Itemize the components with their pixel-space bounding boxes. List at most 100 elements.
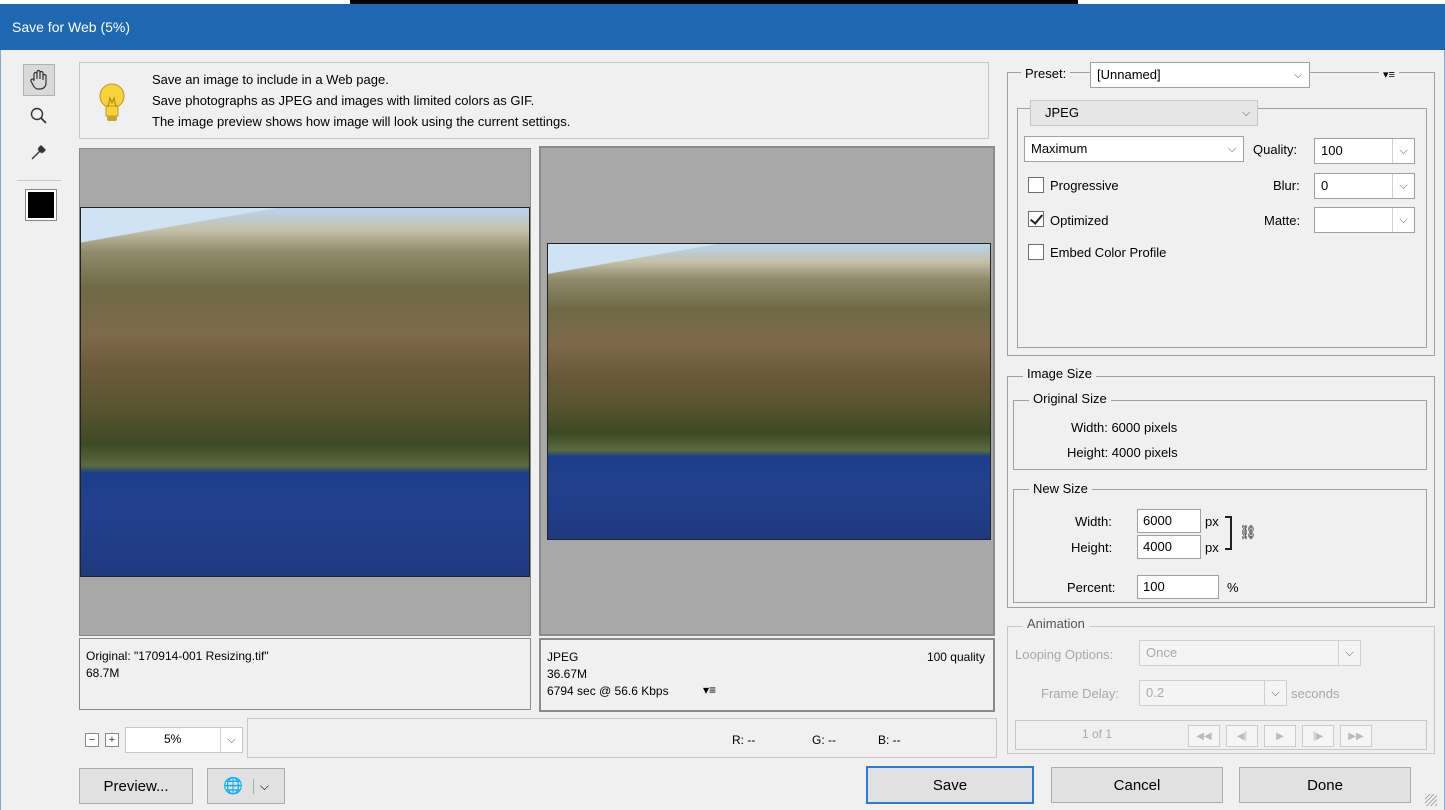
next-frame-icon[interactable]: |▶ xyxy=(1302,725,1334,747)
optimized-caption: JPEG 100 quality 36.67M 6794 sec @ 56.6 … xyxy=(539,638,995,712)
optimized-size: 36.67M xyxy=(547,667,588,681)
zoom-out-button[interactable]: − xyxy=(85,733,99,747)
original-preview-pane[interactable] xyxy=(79,148,531,636)
quality-input[interactable]: 100 ⌵ xyxy=(1314,138,1415,164)
height-unit: px xyxy=(1205,540,1219,555)
chevron-down-icon: ⌵ xyxy=(252,778,269,794)
chevron-down-icon: ⌵ xyxy=(1241,106,1251,119)
animation-title: Animation xyxy=(1023,616,1089,631)
preview-button[interactable]: Preview... xyxy=(79,768,193,804)
optimized-preview-pane[interactable] xyxy=(539,146,995,636)
new-height-label: Height: xyxy=(1071,540,1113,555)
zoom-level-value: 5% xyxy=(164,732,182,746)
preset-label: Preset: xyxy=(1021,66,1071,81)
info-line-3: The image preview shows how image will l… xyxy=(152,114,571,129)
width-unit: px xyxy=(1205,514,1219,529)
browser-preview-button[interactable]: 🌐 ⌵ xyxy=(207,768,285,804)
info-line-1: Save an image to include in a Web page. xyxy=(152,72,389,87)
last-frame-icon[interactable]: ▶▶ xyxy=(1340,725,1372,747)
optimize-menu-icon[interactable]: ▾≡ xyxy=(1379,68,1399,81)
matte-select[interactable]: ⌵ xyxy=(1314,207,1415,233)
red-readout: R: -- xyxy=(732,733,756,747)
color-readout-bar: R: -- G: -- B: -- xyxy=(247,718,997,758)
info-panel: Save an image to include in a Web page. … xyxy=(79,62,989,139)
chevron-down-icon: ⌵ xyxy=(1338,641,1360,665)
zoom-in-button[interactable]: + xyxy=(105,733,119,747)
chevron-down-icon: ⌵ xyxy=(1392,174,1414,198)
hand-tool-icon[interactable] xyxy=(23,64,55,96)
title-bar: Save for Web (5%) xyxy=(0,4,1445,50)
compression-quality-value: Maximum xyxy=(1031,141,1088,156)
embed-color-profile-label: Embed Color Profile xyxy=(1050,245,1167,260)
chevron-down-icon: ⌵ xyxy=(1264,681,1286,705)
green-readout: G: -- xyxy=(812,733,836,747)
original-filename: Original: "170914-001 Resizing.tif" xyxy=(86,649,269,663)
optimized-download-time: 6794 sec @ 56.6 Kbps xyxy=(547,684,669,698)
optimized-checkbox[interactable] xyxy=(1028,211,1044,227)
tool-divider xyxy=(17,180,61,181)
preset-value: [Unnamed] xyxy=(1097,67,1161,82)
blur-value: 0 xyxy=(1321,178,1329,193)
chevron-down-icon: ⌵ xyxy=(1227,142,1237,155)
dialog-body: Save an image to include in a Web page. … xyxy=(0,50,1445,810)
quality-value: 100 xyxy=(1321,143,1343,158)
original-height-text: Height: 4000 pixels xyxy=(1067,445,1178,460)
percent-input[interactable]: 100 xyxy=(1137,575,1219,599)
format-select[interactable]: JPEG ⌵ xyxy=(1030,100,1258,126)
looping-options-select[interactable]: Once ⌵ xyxy=(1139,640,1361,666)
chevron-down-icon: ⌵ xyxy=(1293,68,1303,81)
link-proportions-icon[interactable]: ⛓ xyxy=(1239,524,1257,541)
progressive-checkbox[interactable] xyxy=(1028,177,1044,193)
new-size-title: New Size xyxy=(1029,481,1092,496)
save-button[interactable]: Save xyxy=(866,766,1034,804)
original-size-title: Original Size xyxy=(1029,391,1111,406)
blur-input[interactable]: 0 ⌵ xyxy=(1314,173,1415,199)
zoom-tool-icon[interactable] xyxy=(23,100,55,132)
new-height-input[interactable]: 4000 xyxy=(1137,535,1201,559)
chevron-down-icon: ⌵ xyxy=(1392,208,1414,232)
image-size-title: Image Size xyxy=(1023,366,1097,381)
original-image xyxy=(80,207,530,577)
resize-grip-icon[interactable] xyxy=(1425,794,1437,806)
blur-label: Blur: xyxy=(1273,178,1300,193)
frame-counter: 1 of 1 xyxy=(1082,727,1113,741)
optimized-label: Optimized xyxy=(1050,213,1109,228)
optimized-image xyxy=(547,243,991,540)
browser-icon: 🌐 xyxy=(222,778,243,795)
window-title: Save for Web (5%) xyxy=(12,19,131,35)
looping-options-value: Once xyxy=(1146,645,1178,660)
chevron-down-icon: ⌵ xyxy=(1392,139,1414,163)
zoom-level-select[interactable]: 5% ⌵ xyxy=(125,727,243,753)
quality-label: Quality: xyxy=(1253,142,1298,157)
frame-delay-unit: seconds xyxy=(1291,686,1340,701)
original-caption: Original: "170914-001 Resizing.tif" 68.7… xyxy=(79,638,531,710)
frame-navigation: 1 of 1 ◀◀ ◀| ▶ |▶ ▶▶ xyxy=(1015,720,1427,750)
first-frame-icon[interactable]: ◀◀ xyxy=(1188,725,1220,747)
constrain-bracket xyxy=(1225,516,1232,550)
embed-color-profile-checkbox[interactable] xyxy=(1028,244,1044,260)
looping-options-label: Looping Options: xyxy=(1015,647,1114,662)
new-width-label: Width: xyxy=(1075,514,1112,529)
percent-unit: % xyxy=(1227,580,1239,595)
new-width-input[interactable]: 6000 xyxy=(1137,509,1201,533)
blue-readout: B: -- xyxy=(878,733,901,747)
play-icon[interactable]: ▶ xyxy=(1264,725,1296,747)
eyedropper-color-swatch[interactable] xyxy=(25,189,57,221)
optimized-format: JPEG xyxy=(547,650,579,664)
frame-delay-input[interactable]: 0.2 ⌵ xyxy=(1139,680,1287,706)
frame-delay-value: 0.2 xyxy=(1146,685,1165,700)
previous-frame-icon[interactable]: ◀| xyxy=(1226,725,1258,747)
original-width-text: Width: 6000 pixels xyxy=(1071,420,1178,435)
compression-quality-select[interactable]: Maximum ⌵ xyxy=(1024,136,1244,162)
chevron-down-icon: ⌵ xyxy=(220,728,242,752)
percent-label: Percent: xyxy=(1067,580,1116,595)
preset-select[interactable]: [Unnamed] ⌵ xyxy=(1090,62,1310,88)
format-value: JPEG xyxy=(1045,105,1079,120)
info-line-2: Save photographs as JPEG and images with… xyxy=(152,93,535,108)
done-button[interactable]: Done xyxy=(1239,767,1411,803)
eyedropper-tool-icon[interactable] xyxy=(23,136,55,168)
download-menu-icon[interactable]: ▾≡ xyxy=(703,683,716,697)
original-size: 68.7M xyxy=(86,666,120,680)
matte-label: Matte: xyxy=(1264,213,1301,228)
cancel-button[interactable]: Cancel xyxy=(1051,767,1223,803)
